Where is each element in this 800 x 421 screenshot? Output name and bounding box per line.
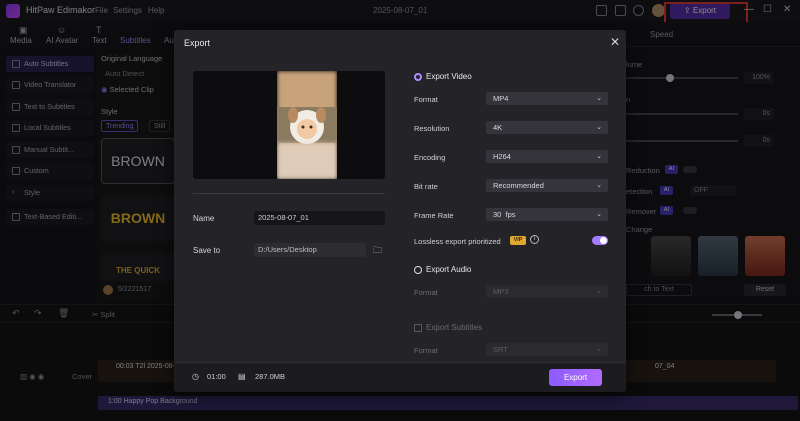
export-video-radio[interactable] <box>414 73 422 81</box>
video-preview <box>193 71 385 179</box>
folder-icon[interactable]: 🗀 <box>373 243 382 259</box>
save-to-field[interactable]: D:/Users/Desktop <box>254 243 366 257</box>
format-label: Format <box>414 95 438 104</box>
export-subtitles-checkbox[interactable] <box>414 324 422 332</box>
preview-thumbnail <box>277 71 337 179</box>
bitrate-select-value: Recommended <box>493 181 544 190</box>
encoding-select[interactable]: H264 ⌄ <box>486 150 608 163</box>
name-label: Name <box>193 214 215 223</box>
encoding-label: Encoding <box>414 153 446 162</box>
framerate-select[interactable]: 30 fps ⌄ <box>486 208 608 221</box>
name-input[interactable]: 2025-08-07_01 <box>254 211 385 225</box>
chevron-down-icon: ⌄ <box>596 288 602 295</box>
close-icon[interactable]: ✕ <box>610 35 620 49</box>
export-button[interactable]: Export <box>549 369 602 386</box>
lossless-label: Lossless export prioritized <box>414 237 501 246</box>
vip-badge: VIP <box>510 236 526 245</box>
encoding-select-value: H264 <box>493 152 511 161</box>
chevron-down-icon: ⌄ <box>596 346 602 353</box>
subtitles-format-label: Format <box>414 346 438 355</box>
subtitles-format-select[interactable]: SRT ⌄ <box>486 343 608 356</box>
resolution-select-value: 4K <box>493 123 503 132</box>
bitrate-label: Bit rate <box>414 182 438 191</box>
bitrate-select[interactable]: Recommended ⌄ <box>486 179 608 192</box>
info-icon[interactable]: i <box>530 235 539 244</box>
resolution-select[interactable]: 4K ⌄ <box>486 121 608 134</box>
divider <box>193 193 385 194</box>
audio-format-select[interactable]: MP3 ⌄ <box>486 285 608 298</box>
clock-icon: ◷ <box>192 372 199 381</box>
format-select[interactable]: MP4 ⌄ <box>486 92 608 105</box>
export-audio-radio[interactable] <box>414 266 422 274</box>
resolution-label: Resolution <box>414 124 450 133</box>
file-size-text: 287.0MB <box>255 372 286 381</box>
export-audio-label: Export Audio <box>426 265 472 274</box>
save-to-label: Save to <box>193 246 221 255</box>
app-window: HitPaw Edimakor File Settings Help 2025-… <box>0 0 800 421</box>
chevron-down-icon: ⌄ <box>596 95 602 102</box>
lossless-toggle[interactable] <box>592 236 608 245</box>
chevron-down-icon: ⌄ <box>596 124 602 131</box>
duration-text: 01:00 <box>207 372 226 381</box>
export-video-label: Export Video <box>426 72 472 81</box>
chevron-down-icon: ⌄ <box>596 153 602 160</box>
audio-format-label: Format <box>414 288 438 297</box>
framerate-select-value: 30 fps <box>493 210 516 219</box>
subtitles-format-value: SRT <box>493 345 508 354</box>
chevron-down-icon: ⌄ <box>596 182 602 189</box>
audio-format-value: MP3 <box>493 287 509 296</box>
file-size-icon: ▤ <box>238 372 246 381</box>
format-select-value: MP4 <box>493 94 509 103</box>
export-dialog: Export ✕ Name 2025-08-07_01 Save to D:/U… <box>174 30 626 392</box>
dialog-title: Export <box>184 38 211 48</box>
export-subtitles-label: Export Subtitles <box>426 323 483 332</box>
chevron-down-icon: ⌄ <box>596 211 602 218</box>
framerate-label: Frame Rate <box>414 211 454 220</box>
